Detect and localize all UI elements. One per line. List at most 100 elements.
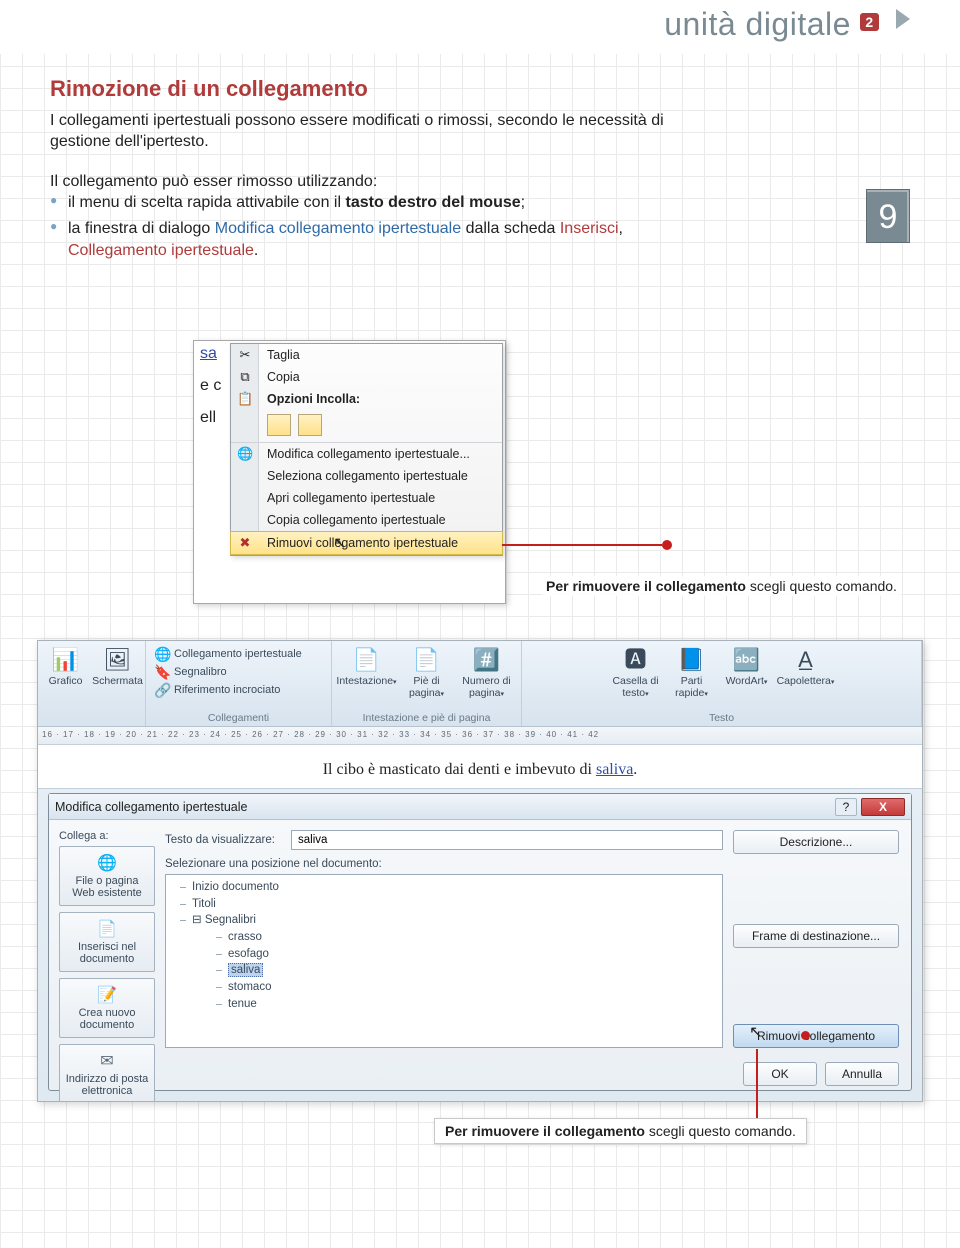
menu-item-cut[interactable]: ✂ Taglia xyxy=(231,344,502,366)
tree-node-titoli[interactable]: Titoli xyxy=(174,896,714,913)
text-to-display-input[interactable] xyxy=(291,830,723,850)
footer-icon: 📄 xyxy=(413,647,441,673)
textbox-icon: 🅰 xyxy=(622,647,650,673)
callout-remove-command-1: Per rimuovere il collegamento scegli que… xyxy=(542,576,901,596)
email-icon: ✉ xyxy=(64,1051,150,1071)
tree-item-saliva[interactable]: saliva xyxy=(210,962,714,979)
menu-item-open-hyperlink[interactable]: Apri collegamento ipertestuale xyxy=(231,487,502,509)
crossref-icon: 🔗 xyxy=(154,682,170,698)
description-button[interactable]: Descrizione... xyxy=(733,830,899,854)
ribbon-btn-dropcap[interactable]: A̲Capolettera▾ xyxy=(775,645,837,699)
menu-label-paste-options: 📋 Opzioni Incolla: xyxy=(231,388,502,410)
tree-item-esofago[interactable]: esofago xyxy=(210,946,714,963)
ribbon-group-header-footer: 📄Intestazione▾ 📄Piè di pagina▾ #️⃣Numero… xyxy=(332,641,522,726)
text-to-display-label: Testo da visualizzare: xyxy=(165,834,285,846)
dialog-edit-hyperlink: Modifica collegamento ipertestuale ? X C… xyxy=(48,793,912,1091)
ribbon-btn-wordart[interactable]: 🔤WordArt▾ xyxy=(719,645,775,699)
unit-number-badge: 2 xyxy=(860,13,878,31)
collega-label: Collega a: xyxy=(59,830,155,842)
document-fragment: sa e c ell xyxy=(198,345,224,601)
linkto-place-in-doc[interactable]: 📄Inserisci nel documento xyxy=(59,912,155,972)
ribbon-btn-footer[interactable]: 📄Piè di pagina▾ xyxy=(398,645,456,699)
tree-node-segnalibri[interactable]: ⊟ Segnalibri xyxy=(174,912,714,929)
ribbon-btn-header[interactable]: 📄Intestazione▾ xyxy=(336,645,398,699)
ribbon-group-links: 🌐Collegamento ipertestuale 🔖Segnalibro 🔗… xyxy=(146,641,332,726)
doc-sentence-pre: Il cibo è masticato dai denti e imbevuto… xyxy=(323,761,596,778)
ribbon-btn-screenshot[interactable]: 🖼 Schermata xyxy=(92,645,144,687)
paste-options-row xyxy=(231,410,502,442)
ribbon-group-illustrations: 📊 Grafico 🖼 Schermata xyxy=(38,641,146,726)
menu-item-edit-hyperlink[interactable]: 🌐 Modifica collegamento ipertestuale... xyxy=(231,442,502,465)
doc-word-1: sa xyxy=(200,345,224,363)
menu-item-copy[interactable]: ⧉ Copia xyxy=(231,366,502,388)
dialog-help-button[interactable]: ? xyxy=(835,798,857,816)
paragraph-lead: Il collegamento può esser rimosso utiliz… xyxy=(50,171,670,193)
new-doc-icon: 📝 xyxy=(64,985,150,1005)
ribbon-btn-textbox[interactable]: 🅰Casella di testo▾ xyxy=(607,645,665,699)
copy-icon: ⧉ xyxy=(237,369,253,385)
body-text: Rimozione di un collegamento I collegame… xyxy=(50,74,670,261)
menu-item-copy-hyperlink[interactable]: Copia collegamento ipertestuale xyxy=(231,509,502,531)
tree-item-crasso[interactable]: crasso xyxy=(210,929,714,946)
ribbon-group-label-links: Collegamenti xyxy=(146,712,331,724)
remove-link-button[interactable]: Rimuovi collegamento xyxy=(733,1024,899,1048)
ribbon-group-label-headerfooter: Intestazione e piè di pagina xyxy=(332,712,521,724)
wordart-icon: 🔤 xyxy=(733,647,761,673)
tree-item-tenue[interactable]: tenue xyxy=(210,996,714,1013)
horizontal-ruler: 16 · 17 · 18 · 19 · 20 · 21 · 22 · 23 · … xyxy=(38,727,922,745)
quickparts-icon: 📘 xyxy=(678,647,706,673)
context-menu: ✂ Taglia ⧉ Copia 📋 Opzioni Incolla: 🌐 Mo… xyxy=(230,343,503,556)
dropcap-icon: A̲ xyxy=(792,647,820,673)
doc-word-2: e c xyxy=(200,377,224,395)
callout-dot-2 xyxy=(801,1031,810,1040)
dialog-title: Modifica collegamento ipertestuale xyxy=(55,800,247,814)
bookmark-icon: 🔖 xyxy=(154,664,170,680)
ribbon-group-label-text: Testo xyxy=(522,712,921,724)
menu-item-select-hyperlink[interactable]: Seleziona collegamento ipertestuale xyxy=(231,465,502,487)
linkto-new-doc[interactable]: 📝Crea nuovo documento xyxy=(59,978,155,1038)
dialog-right-panel: Descrizione... Frame di destinazione... … xyxy=(733,830,899,1048)
screenshot-icon: 🖼 xyxy=(104,647,132,673)
ribbon-btn-crossref[interactable]: 🔗Riferimento incrociato xyxy=(154,681,324,699)
ribbon-btn-quickparts[interactable]: 📘Parti rapide▾ xyxy=(665,645,719,699)
file-web-icon: 🌐 xyxy=(64,853,150,873)
target-frame-button[interactable]: Frame di destinazione... xyxy=(733,924,899,948)
dialog-footer: OK Annulla xyxy=(49,1058,911,1090)
menu-item-remove-hyperlink[interactable]: ✖ Rimuovi collegamento ipertestuale ↖ xyxy=(230,531,503,555)
bullet-1: il menu di scelta rapida attivabile con … xyxy=(50,192,670,214)
document-place-icon: 📄 xyxy=(64,919,150,939)
doc-hyperlink-saliva[interactable]: saliva xyxy=(596,761,633,778)
bullet-list: il menu di scelta rapida attivabile con … xyxy=(50,192,670,261)
tree-item-stomaco[interactable]: stomaco xyxy=(210,979,714,996)
paste-option-2[interactable] xyxy=(298,414,322,436)
doc-sentence-post: . xyxy=(633,761,637,778)
ok-button[interactable]: OK xyxy=(743,1062,817,1086)
clipboard-icon: 📋 xyxy=(237,391,253,407)
scissors-icon: ✂ xyxy=(237,347,253,363)
dialog-body: Collega a: 🌐File o pagina Web esistente … xyxy=(49,820,911,1058)
ribbon-btn-hyperlink[interactable]: 🌐Collegamento ipertestuale xyxy=(154,645,324,663)
screenshot-word-dialog: 📊 Grafico 🖼 Schermata 🌐Collegamento iper… xyxy=(37,640,923,1102)
callout-dot xyxy=(662,540,672,550)
cancel-button[interactable]: Annulla xyxy=(825,1062,899,1086)
dialog-close-button[interactable]: X xyxy=(861,798,905,816)
remove-link-icon: ✖ xyxy=(237,535,253,551)
paste-option-1[interactable] xyxy=(267,414,291,436)
screenshot-context-menu: sa e c ell ✂ Taglia ⧉ Copia 📋 Opzioni In… xyxy=(193,340,506,604)
chevron-right-icon xyxy=(896,9,910,29)
section-title: Rimozione di un collegamento xyxy=(50,74,670,104)
ribbon-group-text: 🅰Casella di testo▾ 📘Parti rapide▾ 🔤WordA… xyxy=(522,641,922,726)
doc-position-tree[interactable]: Inizio documento Titoli ⊟ Segnalibri cra… xyxy=(165,874,723,1048)
page-number: 9 xyxy=(866,189,910,243)
ribbon-btn-bookmark[interactable]: 🔖Segnalibro xyxy=(154,663,324,681)
linkto-email[interactable]: ✉Indirizzo di posta elettronica xyxy=(59,1044,155,1102)
position-label: Selezionare una posizione nel documento: xyxy=(165,858,723,870)
globe-link-icon: 🌐 xyxy=(237,446,253,462)
tree-node-inizio[interactable]: Inizio documento xyxy=(174,879,714,896)
linkto-file-web[interactable]: 🌐File o pagina Web esistente xyxy=(59,846,155,906)
ribbon-btn-chart[interactable]: 📊 Grafico xyxy=(40,645,92,687)
ribbon-btn-page-number[interactable]: #️⃣Numero di pagina▾ xyxy=(456,645,518,699)
dialog-mid-panel: Testo da visualizzare: Selezionare una p… xyxy=(165,830,723,1048)
row-text-to-display: Testo da visualizzare: xyxy=(165,830,723,850)
page-header: unità digitale 2 xyxy=(0,0,960,54)
